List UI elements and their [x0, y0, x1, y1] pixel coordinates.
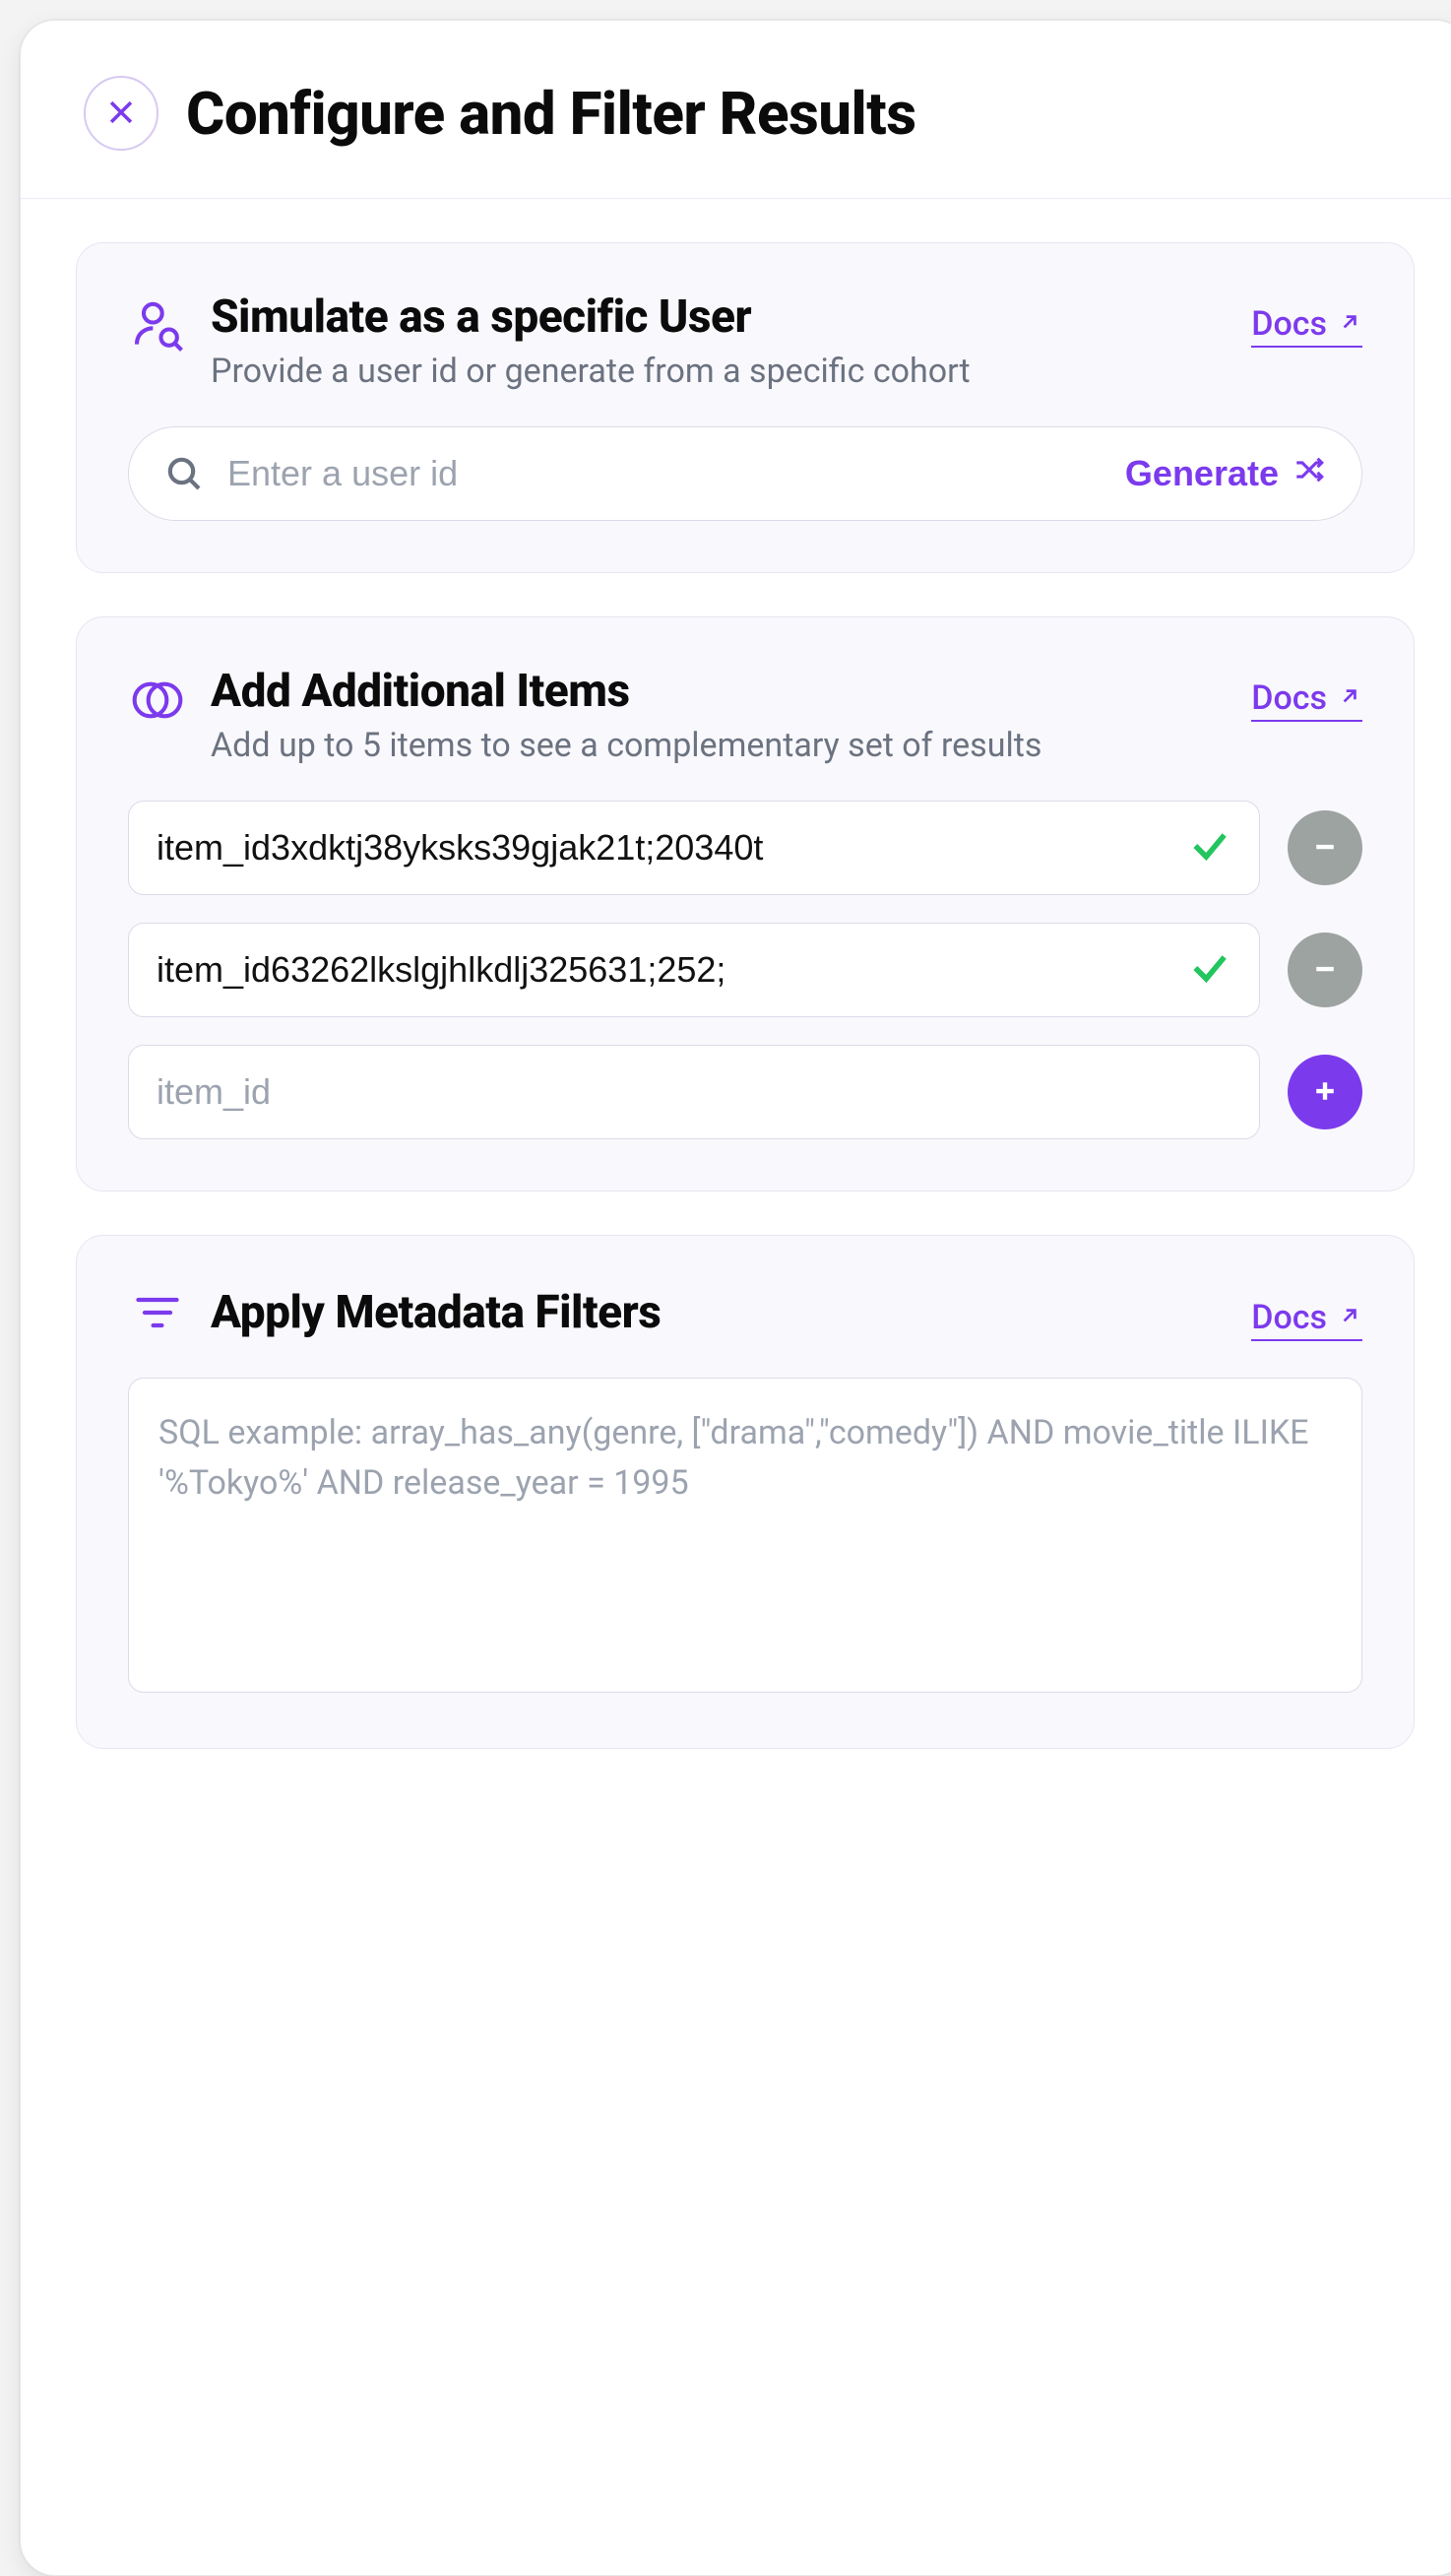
minus-icon — [1310, 954, 1340, 987]
check-icon — [1188, 946, 1231, 994]
add-item-button[interactable] — [1288, 1055, 1362, 1129]
simulate-user-card: Simulate as a specific User Provide a us… — [76, 242, 1415, 573]
item-id-input[interactable] — [157, 949, 1168, 991]
simulate-subtitle: Provide a user id or generate from a spe… — [211, 352, 1228, 391]
simulate-title: Simulate as a specific User — [211, 290, 1228, 344]
generate-label: Generate — [1125, 453, 1279, 494]
docs-link-label: Docs — [1251, 304, 1327, 344]
item-id-input[interactable] — [157, 827, 1168, 869]
shuffle-icon — [1293, 453, 1326, 495]
items-subtitle: Add up to 5 items to see a complementary… — [211, 726, 1228, 765]
remove-item-button[interactable] — [1288, 933, 1362, 1007]
close-icon — [104, 96, 138, 132]
card-header: Apply Metadata Filters Docs — [128, 1283, 1362, 1342]
panel-body: Simulate as a specific User Provide a us… — [21, 199, 1451, 1792]
external-link-icon — [1337, 678, 1362, 718]
item-input-wrap — [128, 1045, 1260, 1139]
item-id-input-new[interactable] — [157, 1071, 1231, 1113]
items-title: Add Additional Items — [211, 665, 1228, 718]
item-input-wrap — [128, 923, 1260, 1017]
sql-filter-textarea[interactable] — [128, 1378, 1362, 1693]
minus-icon — [1310, 832, 1340, 865]
panel-header: Configure and Filter Results — [21, 21, 1451, 199]
item-row — [128, 923, 1362, 1017]
card-header: Add Additional Items Add up to 5 items t… — [128, 665, 1362, 765]
additional-items-card: Add Additional Items Add up to 5 items t… — [76, 616, 1415, 1191]
filters-title: Apply Metadata Filters — [211, 1286, 1228, 1339]
docs-link-simulate[interactable]: Docs — [1251, 304, 1362, 348]
user-search-icon — [128, 296, 187, 355]
configure-panel: Configure and Filter Results Simulate as… — [20, 20, 1451, 2576]
item-row-new — [128, 1045, 1362, 1139]
plus-icon — [1310, 1076, 1340, 1109]
docs-link-label: Docs — [1251, 678, 1327, 718]
docs-link-filters[interactable]: Docs — [1251, 1298, 1362, 1341]
item-row — [128, 801, 1362, 895]
metadata-filters-card: Apply Metadata Filters Docs — [76, 1235, 1415, 1749]
check-icon — [1188, 824, 1231, 871]
generate-button[interactable]: Generate — [1125, 453, 1326, 495]
panel-title: Configure and Filter Results — [186, 79, 916, 149]
docs-link-items[interactable]: Docs — [1251, 678, 1362, 722]
user-id-input-wrap: Generate — [128, 426, 1362, 521]
user-id-input[interactable] — [227, 453, 1102, 494]
remove-item-button[interactable] — [1288, 810, 1362, 885]
overlap-icon — [128, 671, 187, 730]
filter-icon — [128, 1283, 187, 1342]
search-icon — [164, 454, 204, 493]
docs-link-label: Docs — [1251, 1298, 1327, 1337]
card-header: Simulate as a specific User Provide a us… — [128, 290, 1362, 391]
close-button[interactable] — [84, 76, 158, 151]
external-link-icon — [1337, 304, 1362, 344]
item-input-wrap — [128, 801, 1260, 895]
external-link-icon — [1337, 1298, 1362, 1337]
